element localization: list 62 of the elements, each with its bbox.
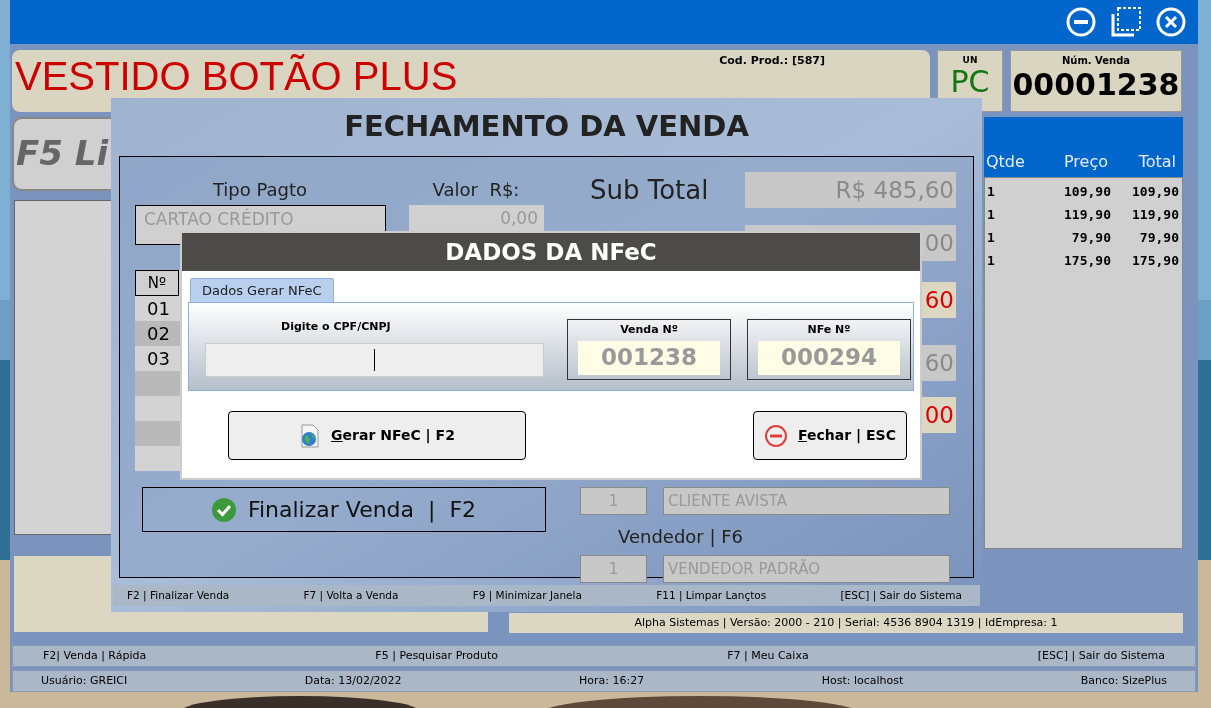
column-header: Qtde: [985, 150, 1026, 173]
table-cell-text: 79,90: [1138, 228, 1179, 247]
product-code: Cod. Prod.: [587]: [719, 52, 825, 69]
generate-button[interactable]: Gerar NFeC | F2: [228, 411, 526, 460]
status-text: Hora: 16:27: [579, 672, 645, 689]
table-cell-text: 1: [986, 228, 996, 247]
box-label: NFe Nº: [807, 322, 851, 338]
column-header: Nº: [135, 270, 179, 296]
cpf-label: Digite o CPF/CNPJ: [281, 319, 392, 335]
box-label: Venda Nº: [620, 322, 678, 338]
table-cell-text: 175,90: [1131, 251, 1179, 270]
function-key-label[interactable]: F7 | Meu Caixa: [727, 647, 809, 665]
function-key-label[interactable]: F2| Venda | Rápida: [43, 647, 147, 665]
function-key-label[interactable]: [ESC] | Sair do Sistema: [1037, 647, 1165, 665]
table-cell-text: 109,90: [1131, 182, 1179, 201]
table-cell-text: 01: [147, 297, 170, 321]
table-cell-text: 1: [986, 205, 996, 224]
table-cell-text: 1: [986, 251, 996, 270]
dialog-title: DADOS DA NFeC: [182, 233, 920, 271]
sale-number: 00001238: [1012, 66, 1180, 103]
column-header: Total: [1137, 150, 1176, 173]
shortcut-label[interactable]: F2 | Finalizar Venda: [127, 587, 230, 604]
shortcut-label[interactable]: F7 | Volta a Venda: [303, 587, 399, 604]
column-header: Preço: [1062, 150, 1109, 173]
amount-label: Valor R$:: [431, 177, 521, 202]
seller-label: Vendedor | F6: [618, 525, 745, 549]
shortcut-label[interactable]: F9 | Minimizar Janela: [472, 587, 582, 604]
unit-label: UN: [962, 54, 978, 65]
box-value: 001238: [578, 340, 720, 375]
shortcut-label[interactable]: F11 | Limpar Lançtos: [656, 587, 767, 604]
globe-document-icon: [299, 423, 322, 448]
status-text: Data: 13/02/2022: [304, 672, 402, 689]
status-text: Usuário: GREICI: [41, 672, 128, 689]
cpf-input[interactable]: [205, 342, 544, 377]
subtotal-label: Sub Total: [590, 174, 710, 207]
sale-number-label: Núm. Venda: [1061, 54, 1131, 67]
minimize-icon[interactable]: [1066, 6, 1096, 37]
status-text: Host: localhost: [821, 672, 904, 689]
unit-value: PC: [950, 64, 990, 99]
tab[interactable]: Dados Gerar NFeC: [190, 278, 334, 302]
minus-circle-icon: [764, 423, 789, 448]
version-bar: Alpha Sistemas | Versão: 2000 - 210 | Serial: 4536 8904 1319 | IdEmpresa: 1: [509, 613, 1183, 634]
table-cell-text: 1: [986, 182, 996, 201]
table-cell-text: 03: [147, 347, 170, 371]
table-cell-text: 109,90: [1063, 182, 1112, 201]
status-text: Banco: SizePlus: [1080, 672, 1167, 689]
finish-sale-button[interactable]: Finalizar Venda | F2: [142, 487, 546, 532]
shortcut-label[interactable]: [ESC] | Sair do Sistema: [840, 587, 962, 604]
box-value: 000294: [758, 340, 900, 375]
function-key-label[interactable]: F5 | Pesquisar Produto: [375, 647, 499, 665]
table-cell-text: 02: [147, 322, 170, 346]
dialog-title: FECHAMENTO DA VENDA: [343, 108, 750, 146]
close-icon[interactable]: [1156, 6, 1186, 37]
table-cell-text: 119,90: [1131, 205, 1179, 224]
restore-icon[interactable]: [1110, 5, 1142, 38]
product-name: VESTIDO BOTÃO PLUS: [15, 54, 458, 97]
table-cell-text: 175,90: [1063, 251, 1112, 270]
table-cell-text: 119,90: [1063, 205, 1112, 224]
payment-type-label: Tipo Pagto: [211, 177, 309, 202]
close-button[interactable]: Fechar | ESC: [753, 411, 907, 460]
check-icon: [211, 497, 236, 522]
table-cell-text: 79,90: [1070, 228, 1112, 247]
